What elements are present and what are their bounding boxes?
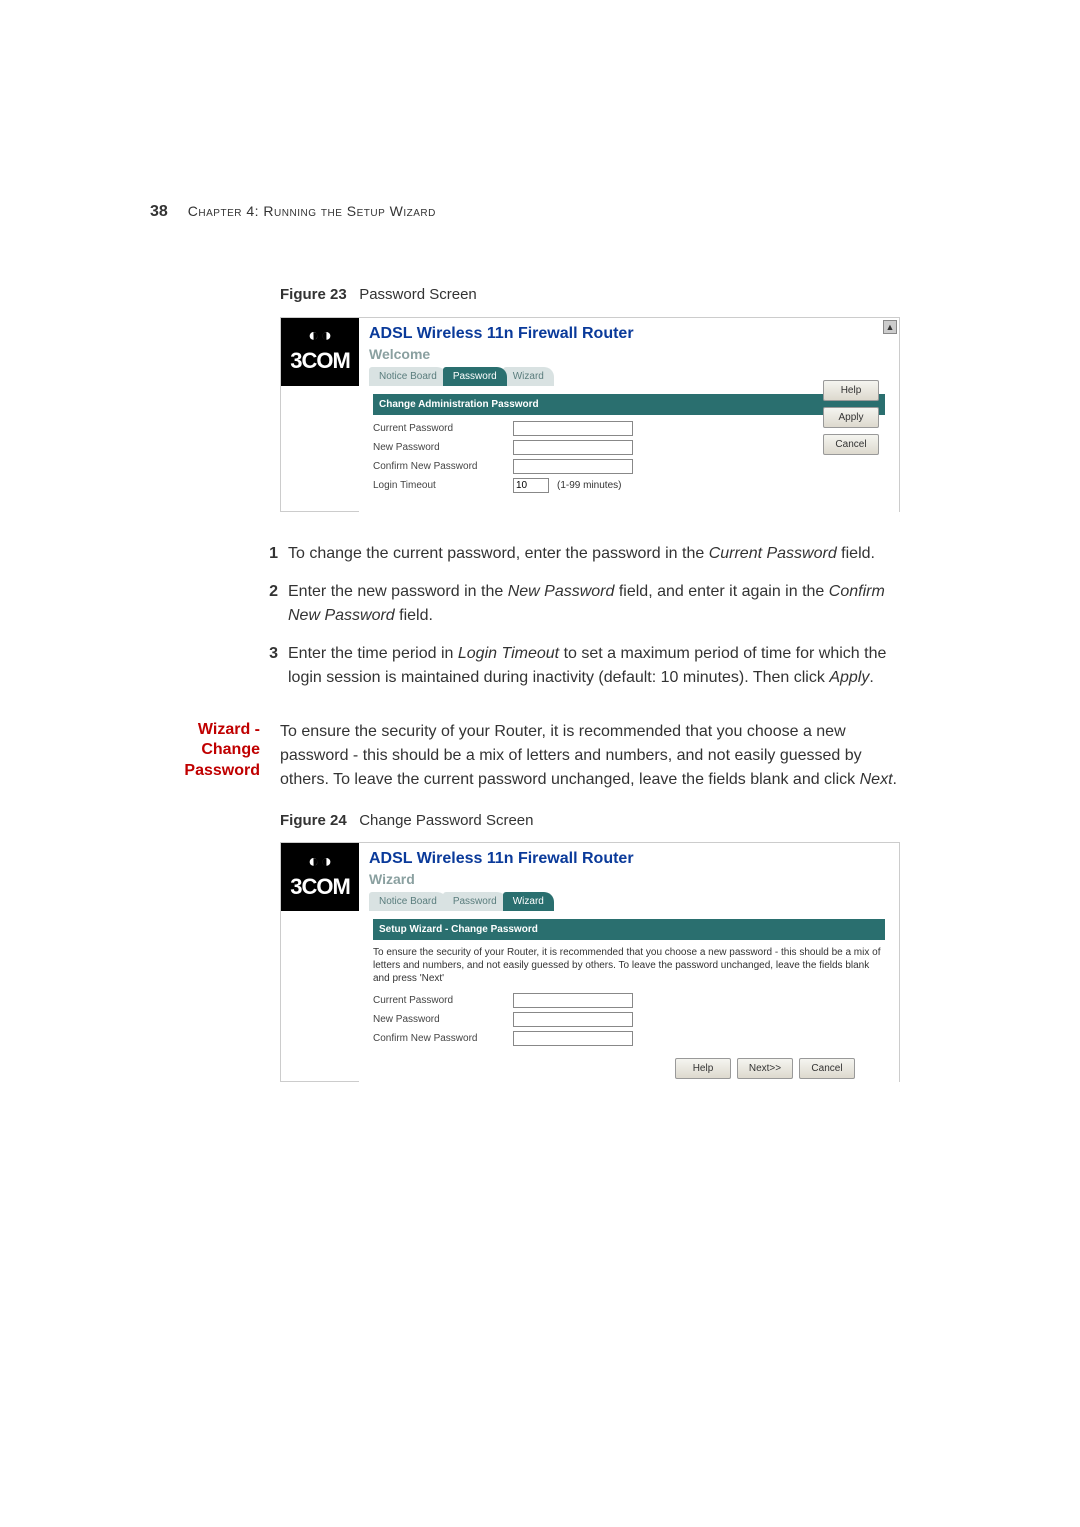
label-confirm-password: Confirm New Password xyxy=(373,459,513,474)
row-confirm-password: Confirm New Password xyxy=(373,459,885,474)
logo-text: 3COM xyxy=(290,870,350,903)
screenshot-header: ◐◑ 3COM ADSL Wireless 11n Firewall Route… xyxy=(281,843,899,911)
figure-23-screenshot: ▲ ◐◑ 3COM ADSL Wireless 11n Firewall Rou… xyxy=(280,317,900,512)
section-subtitle: Welcome xyxy=(369,344,889,365)
current-password-field[interactable] xyxy=(513,993,633,1008)
label-current-password: Current Password xyxy=(373,421,513,436)
page-number: 38 xyxy=(150,200,168,224)
row-current-password: Current Password xyxy=(373,993,885,1008)
title-block: ADSL Wireless 11n Firewall Router Wizard… xyxy=(359,843,899,911)
apply-button[interactable]: Apply xyxy=(823,407,879,428)
cancel-button[interactable]: Cancel xyxy=(823,434,879,455)
tabs-row: Notice Board Password Wizard xyxy=(369,367,889,386)
step-2-text: Enter the new password in the New Passwo… xyxy=(288,580,900,628)
new-password-field[interactable] xyxy=(513,1012,633,1027)
side-heading: Wizard - Change Password xyxy=(150,720,260,782)
figure-24-label: Figure 24 xyxy=(280,812,347,829)
tab-notice-board[interactable]: Notice Board xyxy=(369,892,447,911)
next-button[interactable]: Next>> xyxy=(737,1058,793,1079)
brand-logo: ◐◑ 3COM xyxy=(281,843,359,911)
row-current-password: Current Password xyxy=(373,421,885,436)
step-3-text: Enter the time period in Login Timeout t… xyxy=(288,642,900,690)
tab-password[interactable]: Password xyxy=(443,892,507,911)
timeout-unit: (1-99 minutes) xyxy=(557,478,621,493)
figure-23-label: Figure 23 xyxy=(280,286,347,303)
logo-text: 3COM xyxy=(290,344,350,377)
tab-wizard[interactable]: Wizard xyxy=(503,892,554,911)
logo-icon: ◐◑ xyxy=(308,852,332,870)
confirm-password-field[interactable] xyxy=(513,1031,633,1046)
brand-logo: ◐◑ 3COM xyxy=(281,318,359,386)
router-title: ADSL Wireless 11n Firewall Router xyxy=(369,847,889,871)
label-confirm-password: Confirm New Password xyxy=(373,1031,513,1046)
step-1: 1 To change the current password, enter … xyxy=(260,542,900,566)
steps-list: 1 To change the current password, enter … xyxy=(260,542,900,690)
row-login-timeout: Login Timeout (1-99 minutes) xyxy=(373,478,885,493)
figure-23-caption: Figure 23 Password Screen xyxy=(280,284,900,307)
wizard-change-password-section: Wizard - Change Password To ensure the s… xyxy=(150,720,900,792)
page-header: 38 Chapter 4: Running the Setup Wizard xyxy=(150,200,900,224)
scroll-up-icon[interactable]: ▲ xyxy=(883,320,897,334)
figure-23-title: Password Screen xyxy=(359,286,477,303)
section-subtitle: Wizard xyxy=(369,869,889,890)
label-current-password: Current Password xyxy=(373,993,513,1008)
step-number: 3 xyxy=(260,642,278,690)
step-2: 2 Enter the new password in the New Pass… xyxy=(260,580,900,628)
row-new-password: New Password xyxy=(373,440,885,455)
step-1-text: To change the current password, enter th… xyxy=(288,542,900,566)
confirm-password-field[interactable] xyxy=(513,459,633,474)
label-new-password: New Password xyxy=(373,1012,513,1027)
tabs-row: Notice Board Password Wizard xyxy=(369,892,889,911)
screenshot-header: ◐◑ 3COM ADSL Wireless 11n Firewall Route… xyxy=(281,318,899,386)
wizard-panel: Setup Wizard - Change Password To ensure… xyxy=(359,911,899,1119)
password-panel: Change Administration Password Current P… xyxy=(359,386,899,537)
current-password-field[interactable] xyxy=(513,421,633,436)
label-login-timeout: Login Timeout xyxy=(373,478,513,493)
step-number: 2 xyxy=(260,580,278,628)
row-new-password: New Password xyxy=(373,1012,885,1027)
figure-24-title: Change Password Screen xyxy=(359,812,533,829)
logo-icon: ◐◑ xyxy=(308,326,332,344)
router-title: ADSL Wireless 11n Firewall Router xyxy=(369,322,889,346)
tab-password[interactable]: Password xyxy=(443,367,507,386)
step-number: 1 xyxy=(260,542,278,566)
info-text: To ensure the security of your Router, i… xyxy=(373,946,885,985)
row-confirm-password: Confirm New Password xyxy=(373,1031,885,1046)
step-3: 3 Enter the time period in Login Timeout… xyxy=(260,642,900,690)
figure-24-caption: Figure 24 Change Password Screen xyxy=(280,810,900,833)
tab-notice-board[interactable]: Notice Board xyxy=(369,367,447,386)
panel-heading: Setup Wizard - Change Password xyxy=(373,919,885,940)
help-button[interactable]: Help xyxy=(823,380,879,401)
chapter-title: Chapter 4: Running the Setup Wizard xyxy=(188,201,436,222)
side-buttons: Help Apply Cancel xyxy=(823,380,879,455)
title-block: ADSL Wireless 11n Firewall Router Welcom… xyxy=(359,318,899,386)
label-new-password: New Password xyxy=(373,440,513,455)
login-timeout-field[interactable] xyxy=(513,478,549,493)
figure-24-screenshot: ◐◑ 3COM ADSL Wireless 11n Firewall Route… xyxy=(280,842,900,1082)
tab-wizard[interactable]: Wizard xyxy=(503,367,554,386)
bottom-buttons: Help Next>> Cancel xyxy=(373,1058,855,1079)
cancel-button[interactable]: Cancel xyxy=(799,1058,855,1079)
help-button[interactable]: Help xyxy=(675,1058,731,1079)
new-password-field[interactable] xyxy=(513,440,633,455)
panel-heading: Change Administration Password xyxy=(373,394,885,415)
section-paragraph: To ensure the security of your Router, i… xyxy=(280,720,900,792)
